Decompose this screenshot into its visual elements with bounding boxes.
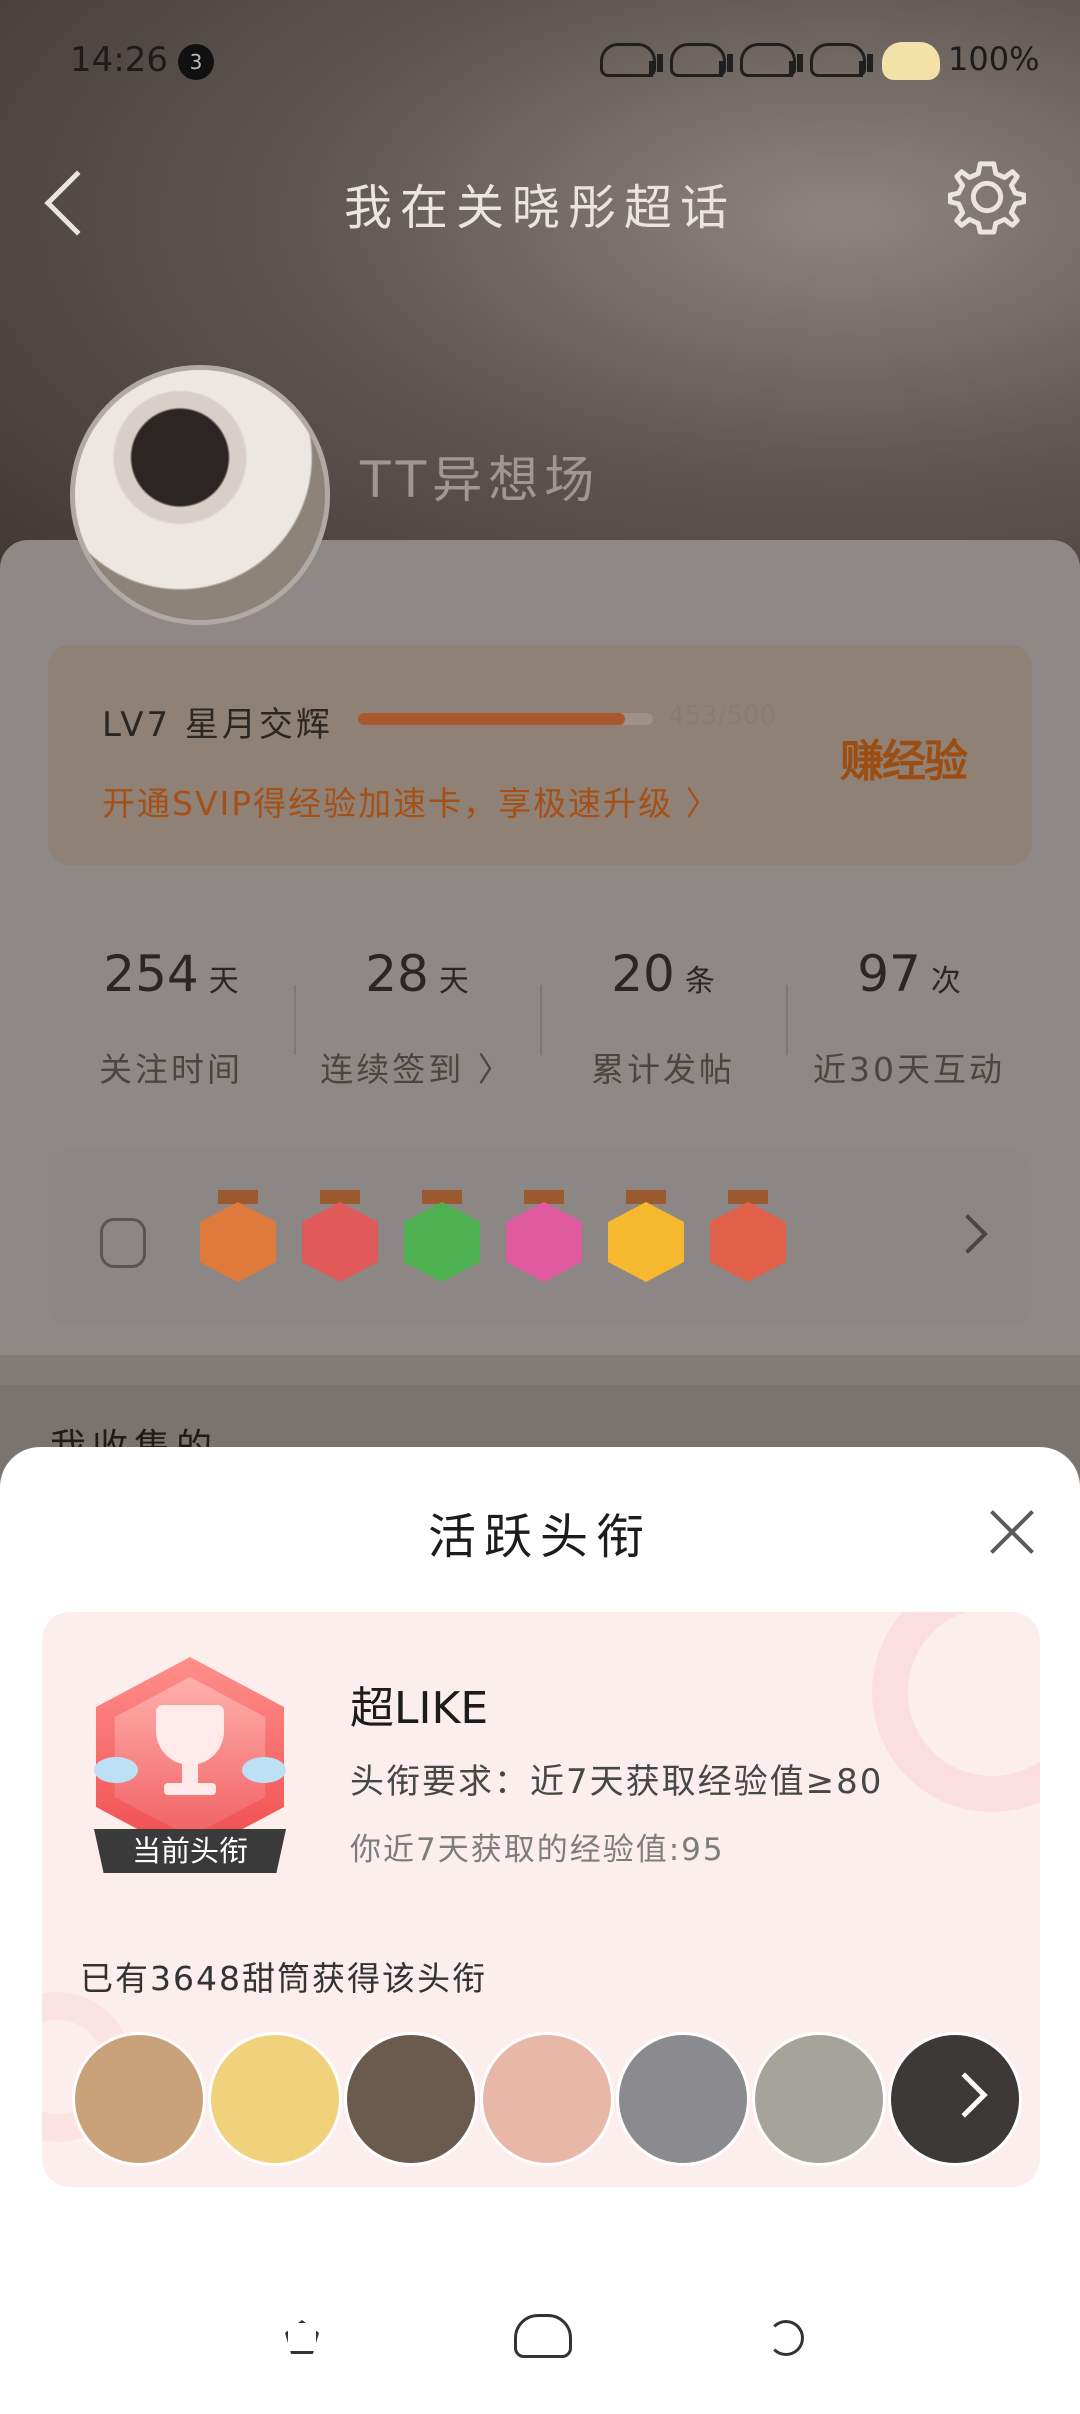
stat-follow-time: 254 天 关注时间: [48, 905, 294, 1105]
earn-xp-button[interactable]: 赚经验: [840, 725, 968, 789]
page-title: 我在关晓彤超话: [343, 180, 736, 236]
laugh-medal-icon: [608, 1190, 684, 1282]
hand-medal-icon: [404, 1190, 480, 1282]
your-xp-text: 你近7天获取的经验值:95: [350, 1832, 725, 1868]
rock-hand-medal-icon: [710, 1190, 786, 1282]
trophy-base: [164, 1783, 216, 1795]
holder-avatar[interactable]: [72, 2032, 206, 2166]
trophy-badge-icon: 当前头衔: [90, 1657, 290, 1873]
medal-hex: [506, 1202, 582, 1282]
medal-ribbon: [524, 1190, 564, 1204]
stat-value: 97: [857, 945, 921, 1003]
avatar[interactable]: [70, 365, 330, 625]
wing-left: [94, 1757, 138, 1783]
hat-medal-icon: [506, 1190, 582, 1282]
home-nav-icon[interactable]: [514, 2314, 572, 2358]
trophy-medal-icon: [302, 1190, 378, 1282]
battery-icon: [882, 42, 940, 80]
notification-badge: 3: [178, 44, 214, 80]
title-requirement: 头衔要求：近7天获取经验值≥80: [350, 1762, 884, 1802]
holders-count: 已有3648甜筒获得该头衔: [80, 1959, 487, 1998]
status-icons: [600, 38, 900, 82]
stat-value: 20: [611, 945, 675, 1003]
stat-posts: 20 条 累计发帖: [540, 905, 786, 1105]
medal-ribbon: [422, 1190, 462, 1204]
title-card: 当前头衔 超LIKE 头衔要求：近7天获取经验值≥80 你近7天获取的经验值:9…: [42, 1612, 1040, 2187]
more-holders-button[interactable]: [888, 2032, 1022, 2166]
title-name: 超LIKE: [350, 1683, 489, 1734]
chevron-right-icon: [942, 2072, 988, 2118]
svip-promo-link[interactable]: 开通SVIP得经验加速卡，享极速升级 〉: [102, 777, 721, 825]
profile-name: TT异想场: [360, 451, 601, 509]
level-progress-text: 453/500: [668, 701, 777, 731]
chevron-right-icon[interactable]: [948, 1214, 988, 1254]
holders-avatar-row[interactable]: [72, 2032, 1032, 2168]
level-name: LV7 星月交辉: [102, 705, 333, 745]
stat-checkin-streak[interactable]: 28 天 连续签到 〉: [294, 905, 540, 1105]
stat-unit: 次: [930, 964, 961, 999]
medal-wall[interactable]: [48, 1150, 1032, 1325]
stat-label: 近30天互动: [813, 1050, 1005, 1089]
status-time: 14:26: [70, 40, 168, 80]
trophy-stem: [182, 1763, 198, 1785]
medal-ribbon: [320, 1190, 360, 1204]
stats-row: 254 天 关注时间 28 天 连续签到 〉 20 条 累计发帖 97 次 近30天互动: [48, 905, 1032, 1105]
holder-avatar[interactable]: [752, 2032, 886, 2166]
status-bar: 14:26 3 100%: [0, 0, 1080, 120]
holder-avatar[interactable]: [208, 2032, 342, 2166]
badge-wall-icon: [100, 1218, 146, 1268]
lv7-medal-icon: [200, 1190, 276, 1282]
stat-unit: 条: [684, 964, 715, 999]
system-nav-bar: [0, 2300, 1080, 2380]
gear-icon[interactable]: [948, 158, 1026, 236]
stat-unit: 天: [438, 964, 469, 999]
medal-hex: [302, 1202, 378, 1282]
active-title-sheet: 活跃头衔 当前头衔 超LIKE 头衔要求：近7天获取经验值≥80 你近7天获取的…: [0, 1447, 1080, 2414]
stat-interactions: 97 次 近30天互动: [786, 905, 1032, 1105]
medal-hex: [608, 1202, 684, 1282]
alarm-icon: [600, 43, 663, 77]
holder-avatar[interactable]: [344, 2032, 478, 2166]
holder-avatar[interactable]: [480, 2032, 614, 2166]
star-nav-icon[interactable]: [285, 2320, 319, 2354]
level-card[interactable]: LV7 星月交辉 453/500 开通SVIP得经验加速卡，享极速升级 〉 赚经…: [48, 645, 1032, 865]
section-divider: [0, 1355, 1080, 1385]
signal-4g-icon: [740, 43, 803, 77]
back-nav-icon[interactable]: [768, 2320, 804, 2356]
stat-label: 连续签到 〉: [320, 1050, 514, 1089]
stat-value: 28: [365, 945, 429, 1003]
level-progress-fill: [358, 713, 626, 725]
holder-avatar[interactable]: [616, 2032, 750, 2166]
medal-hex: [710, 1202, 786, 1282]
medal-ribbon: [218, 1190, 258, 1204]
signal-4g-icon-2: [810, 43, 873, 77]
medal-ribbon: [626, 1190, 666, 1204]
stat-value: 254: [103, 945, 199, 1003]
stat-label: 累计发帖: [591, 1050, 735, 1089]
medal-ribbon: [728, 1190, 768, 1204]
close-icon[interactable]: [988, 1507, 1036, 1555]
stat-unit: 天: [208, 964, 239, 999]
current-title-tag: 当前头衔: [94, 1829, 286, 1873]
wing-right: [242, 1757, 286, 1783]
medal-hex: [404, 1202, 480, 1282]
battery-level: 100%: [948, 40, 1040, 78]
wifi-icon: [670, 43, 733, 77]
stat-label: 关注时间: [99, 1050, 243, 1089]
medal-hex: [200, 1202, 276, 1282]
sheet-title: 活跃头衔: [427, 1509, 652, 1565]
level-progress-bar: [358, 713, 653, 725]
decoration: [872, 1612, 1040, 1812]
top-nav: 我在关晓彤超话: [0, 140, 1080, 250]
